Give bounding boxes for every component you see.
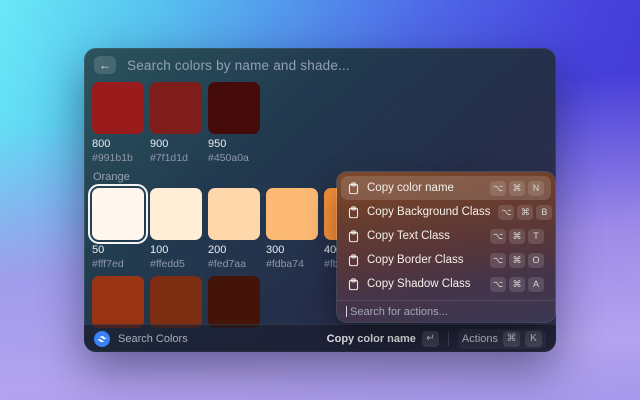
swatch-shade-label: 900 [150,138,202,150]
clipboard-icon [348,230,359,243]
swatch-hex-label: #fed7aa [208,258,260,270]
search-colors-window: ← Search colors by name and shade... 800… [84,48,556,352]
key-badge: ⌥ [490,181,506,196]
menu-item-label: Copy Border Class [367,254,482,266]
swatch-hex-label: #450a0a [208,152,260,164]
key-badge: N [528,181,544,196]
swatch-cell: 950 #450a0a [208,82,260,164]
shortcut-keys: ⌥⌘N [490,181,544,196]
key-badge: ⌥ [490,229,506,244]
swatch-cell [208,276,260,328]
menu-item[interactable]: Copy Shadow Class ⌥⌘A [341,272,551,296]
actions-search-input[interactable]: Search for actions... [337,300,555,322]
swatch-cell [150,276,202,328]
k-key-badge: K [525,331,542,347]
menu-item[interactable]: Copy color name ⌥⌘N [341,176,551,200]
menu-item-label: Copy Shadow Class [367,278,482,290]
clipboard-icon [348,182,359,195]
swatch-shade-label: 100 [150,244,202,256]
actions-button[interactable]: Actions ⌘ K [458,329,546,349]
search-input[interactable]: Search colors by name and shade... [127,58,350,73]
color-swatch[interactable] [92,82,144,134]
swatch-hex-label: #7f1d1d [150,152,202,164]
text-caret [346,306,347,317]
color-swatch[interactable] [92,276,144,328]
swatch-shade-label: 800 [92,138,144,150]
swatch-shade-label: 950 [208,138,260,150]
menu-item-label: Copy color name [367,182,482,194]
color-swatch[interactable] [208,82,260,134]
swatch-hex-label: #991b1b [92,152,144,164]
shortcut-keys: ⌥⌘B [498,205,552,220]
clipboard-icon [348,206,359,219]
key-badge: ⌘ [517,205,533,220]
swatch-hex-label: #ffedd5 [150,258,202,270]
cmd-key-badge: ⌘ [503,331,520,347]
swatch-hex-label: #fdba74 [266,258,318,270]
tailwind-logo-icon [94,331,110,347]
primary-action-button[interactable]: Copy color name [327,333,416,345]
arrow-left-icon: ← [99,59,111,71]
actions-menu-items: Copy color name⌥⌘NCopy Background Class⌥… [337,172,555,300]
key-badge: A [528,277,544,292]
menu-item-label: Copy Background Class [367,206,490,218]
back-button[interactable]: ← [94,56,116,74]
actions-menu: Copy color name⌥⌘NCopy Background Class⌥… [337,172,555,322]
key-badge: ⌥ [498,205,514,220]
key-badge: B [536,205,552,220]
key-badge: ⌥ [490,277,506,292]
menu-item[interactable]: Copy Text Class ⌥⌘T [341,224,551,248]
color-swatch[interactable] [208,276,260,328]
color-swatch[interactable] [150,188,202,240]
key-badge: T [528,229,544,244]
menu-item[interactable]: Copy Background Class ⌥⌘B [341,200,551,224]
color-swatch[interactable] [92,188,144,240]
swatch-cell [92,276,144,328]
return-key-badge: ↵ [422,331,439,347]
key-badge: ⌘ [509,277,525,292]
color-swatch[interactable] [150,82,202,134]
swatch-shade-label: 300 [266,244,318,256]
color-swatch[interactable] [266,188,318,240]
clipboard-icon [348,254,359,267]
shortcut-keys: ⌥⌘O [490,253,544,268]
menu-item-label: Copy Text Class [367,230,482,242]
key-badge: O [528,253,544,268]
key-badge: ⌘ [509,181,525,196]
color-swatch[interactable] [208,188,260,240]
swatch-cell: 800 #991b1b [92,82,144,164]
swatch-cell: 900 #7f1d1d [150,82,202,164]
actions-search-placeholder: Search for actions... [350,306,448,318]
menu-item[interactable]: Copy Border Class ⌥⌘O [341,248,551,272]
app-title: Search Colors [118,333,188,345]
swatch-row: 800 #991b1b 900 #7f1d1d 950 #450a0a [92,82,548,164]
clipboard-icon [348,278,359,291]
key-badge: ⌘ [509,253,525,268]
key-badge: ⌘ [509,229,525,244]
shortcut-keys: ⌥⌘T [490,229,544,244]
actions-button-label: Actions [462,333,498,345]
search-bar[interactable]: ← Search colors by name and shade... [84,48,556,82]
color-swatch[interactable] [150,276,202,328]
swatch-cell: 100 #ffedd5 [150,188,202,270]
footer-actions: Copy color name ↵ Actions ⌘ K [327,329,546,349]
swatch-hex-label: #fff7ed [92,258,144,270]
status-bar: Search Colors Copy color name ↵ Actions … [84,324,556,352]
swatch-cell: 300 #fdba74 [266,188,318,270]
swatch-cell: 200 #fed7aa [208,188,260,270]
shortcut-keys: ⌥⌘A [490,277,544,292]
swatch-shade-label: 200 [208,244,260,256]
key-badge: ⌥ [490,253,506,268]
footer-divider [448,332,449,346]
swatch-shade-label: 50 [92,244,144,256]
desktop-background: ← Search colors by name and shade... 800… [0,0,640,400]
swatch-cell: 50 #fff7ed [92,188,144,270]
